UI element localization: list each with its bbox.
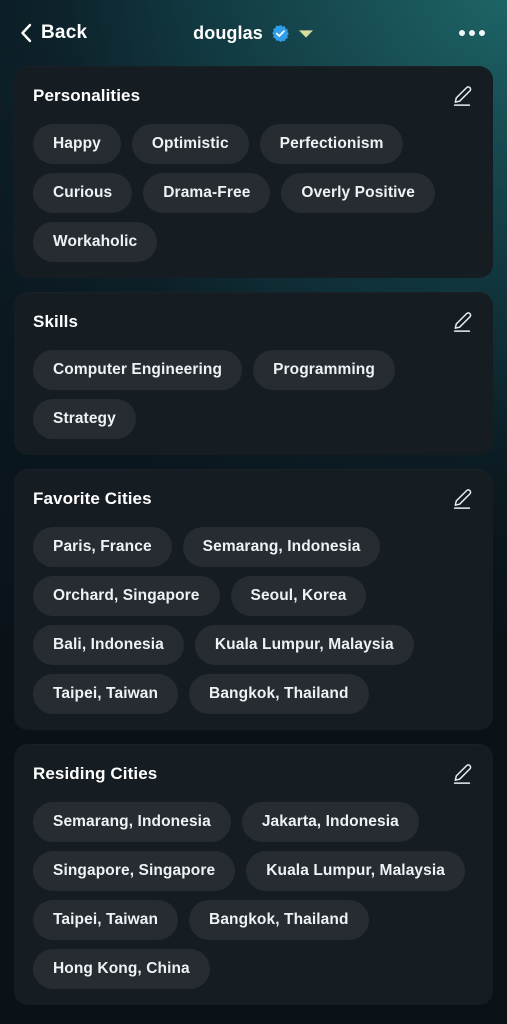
tag-pill[interactable]: Drama-Free bbox=[143, 173, 271, 213]
tag-pill[interactable]: Seoul, Korea bbox=[230, 576, 367, 616]
pencil-edit-icon[interactable] bbox=[450, 310, 474, 334]
tag-list: Semarang, Indonesia Jakarta, Indonesia Sin… bbox=[33, 802, 474, 989]
tag-pill[interactable]: Semarang, Indonesia bbox=[33, 802, 231, 842]
top-navigation-bar: Back douglas bbox=[0, 0, 507, 66]
tag-pill[interactable]: Semarang, Indonesia bbox=[182, 527, 381, 567]
more-horizontal-icon-dot bbox=[459, 30, 465, 36]
tag-pill[interactable]: Programming bbox=[253, 350, 395, 390]
tag-list: Paris, France Semarang, Indonesia Orchard,… bbox=[33, 527, 474, 714]
tag-pill[interactable]: Hong Kong, China bbox=[33, 949, 210, 989]
tag-pill[interactable]: Paris, France bbox=[33, 527, 172, 567]
section-card: Residing Cities Semarang, Indonesia Jakart… bbox=[14, 744, 493, 1005]
profile-sections-list: Personalities Happy Optimistic Perfectionis… bbox=[0, 66, 507, 1005]
tag-pill[interactable]: Kuala Lumpur, Malaysia bbox=[246, 851, 465, 891]
tag-pill[interactable]: Workaholic bbox=[33, 222, 158, 262]
tag-list: Computer Engineering Programming Strategy bbox=[33, 350, 474, 439]
tag-pill[interactable]: Curious bbox=[33, 173, 133, 213]
section-title: Skills bbox=[33, 312, 79, 331]
tag-pill[interactable]: Perfectionism bbox=[259, 124, 404, 164]
tag-list: Happy Optimistic Perfectionism Curious Drama… bbox=[33, 124, 474, 262]
back-button[interactable]: Back bbox=[20, 22, 87, 44]
tag-pill[interactable]: Jakarta, Indonesia bbox=[241, 802, 419, 842]
section-title: Personalities bbox=[33, 86, 141, 105]
pencil-edit-icon[interactable] bbox=[450, 762, 474, 786]
section-header: Favorite Cities bbox=[33, 487, 474, 511]
back-button-label: Back bbox=[41, 22, 88, 43]
pencil-edit-icon[interactable] bbox=[450, 84, 474, 108]
tag-pill[interactable]: Taipei, Taiwan bbox=[33, 900, 179, 940]
section-card: Personalities Happy Optimistic Perfectionis… bbox=[14, 66, 493, 278]
section-title: Residing Cities bbox=[33, 764, 158, 783]
profile-screen: Back douglas Personalities Happy Optimisti… bbox=[0, 0, 507, 1024]
more-horizontal-icon-dot bbox=[479, 30, 485, 36]
tag-pill[interactable]: Orchard, Singapore bbox=[33, 576, 220, 616]
section-title: Favorite Cities bbox=[33, 489, 152, 508]
more-horizontal-icon-dot bbox=[469, 30, 475, 36]
tag-pill[interactable]: Taipei, Taiwan bbox=[33, 674, 179, 714]
section-header: Residing Cities bbox=[33, 762, 474, 786]
page-title: douglas bbox=[193, 22, 263, 43]
more-options-button[interactable] bbox=[457, 24, 487, 42]
section-header: Skills bbox=[33, 310, 474, 334]
chevron-down-icon[interactable] bbox=[298, 27, 314, 39]
tag-pill[interactable]: Strategy bbox=[33, 399, 136, 439]
tag-pill[interactable]: Singapore, Singapore bbox=[33, 851, 236, 891]
pencil-edit-icon[interactable] bbox=[450, 487, 474, 511]
tag-pill[interactable]: Kuala Lumpur, Malaysia bbox=[194, 625, 414, 665]
tag-pill[interactable]: Bangkok, Thailand bbox=[189, 900, 369, 940]
section-card: Skills Computer Engineering Programming Str… bbox=[14, 292, 493, 455]
verified-badge-icon bbox=[271, 24, 290, 43]
tag-pill[interactable]: Overly Positive bbox=[281, 173, 435, 213]
tag-pill[interactable]: Happy bbox=[33, 124, 121, 164]
chevron-left-icon bbox=[20, 23, 32, 43]
tag-pill[interactable]: Optimistic bbox=[131, 124, 249, 164]
section-header: Personalities bbox=[33, 84, 474, 108]
tag-pill[interactable]: Bali, Indonesia bbox=[33, 625, 184, 665]
tag-pill[interactable]: Bangkok, Thailand bbox=[189, 674, 369, 714]
tag-pill[interactable]: Computer Engineering bbox=[33, 350, 243, 390]
section-card: Favorite Cities Paris, France Semarang, In… bbox=[14, 469, 493, 730]
